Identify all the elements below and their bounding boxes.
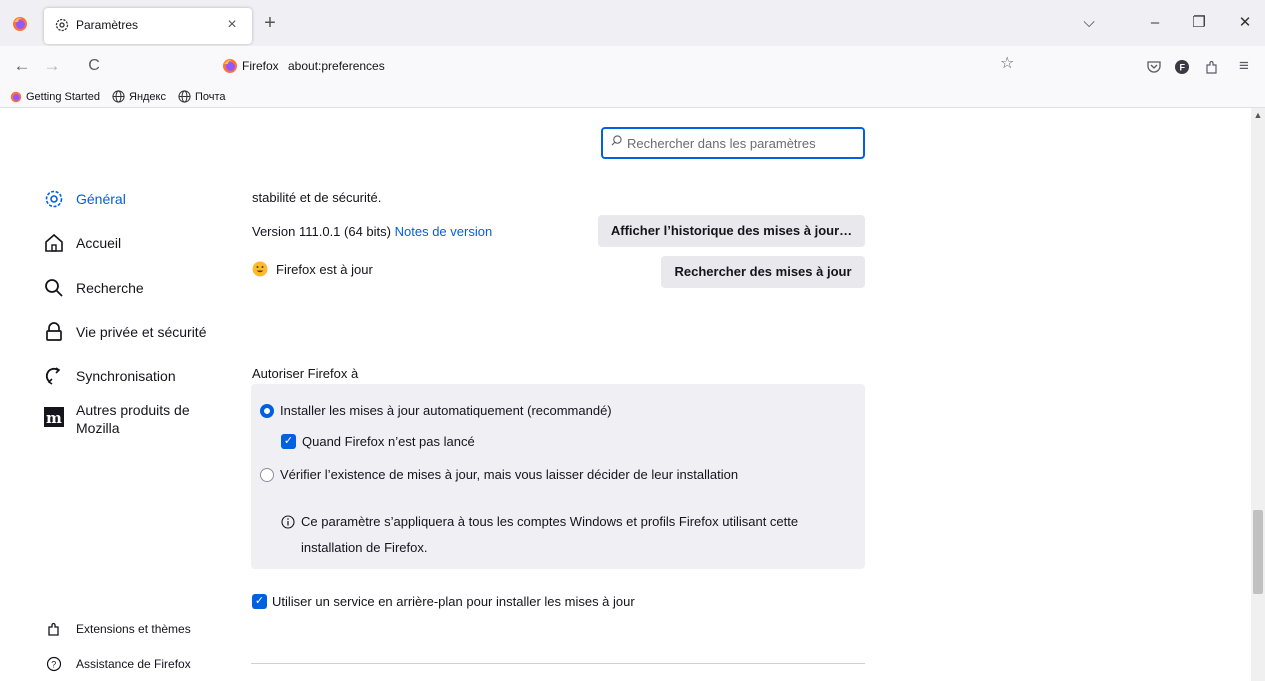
sidebar-item-home[interactable]: Accueil (44, 233, 121, 253)
globe-icon (178, 90, 191, 103)
auto-install-label[interactable]: Installer les mises à jour automatiqueme… (280, 403, 612, 418)
svg-text:m: m (46, 409, 62, 427)
when-not-running-checkbox[interactable]: ✓ (281, 434, 296, 449)
show-update-history-button[interactable]: Afficher l’historique des mises à jour… (598, 215, 865, 247)
firefox-menu-icon[interactable] (12, 16, 28, 32)
search-icon (611, 135, 622, 149)
close-tab-icon[interactable]: × (220, 14, 244, 38)
sidebar-item-general[interactable]: Général (44, 189, 126, 209)
section-divider (251, 663, 865, 664)
mozilla-icon: m (44, 407, 64, 427)
info-note-line2: installation de Firefox. (301, 540, 428, 555)
firefox-icon (223, 59, 237, 73)
search-input[interactable]: Rechercher dans les paramètres (601, 127, 865, 159)
forward-button[interactable]: → (38, 53, 66, 81)
identity-box[interactable]: Firefox (222, 58, 279, 74)
release-notes-link[interactable]: Notes de version (395, 224, 493, 239)
home-icon (45, 233, 63, 252)
when-not-running-label[interactable]: Quand Firefox n’est pas lancé (302, 434, 475, 449)
manual-update-label[interactable]: Vérifier l’existence de mises à jour, ma… (280, 467, 738, 482)
background-service-label[interactable]: Utiliser un service en arrière-plan pour… (272, 594, 635, 609)
bookmark-yandex[interactable]: Яндекс (112, 90, 166, 103)
url-address[interactable]: about:preferences (288, 59, 385, 73)
version-text: Version 111.0.1 (64 bits) Notes de versi… (252, 224, 493, 239)
bookmark-star-icon[interactable]: ☆ (1000, 53, 1020, 73)
info-icon (281, 515, 295, 529)
sync-icon (45, 367, 61, 385)
manual-update-radio[interactable] (260, 468, 274, 482)
url-bar[interactable]: Firefox about:preferences (210, 50, 1030, 80)
back-button[interactable]: ← (8, 53, 36, 81)
tab-title: Paramètres (76, 18, 139, 32)
auto-install-radio[interactable] (260, 404, 274, 418)
help-icon: ? (46, 656, 62, 672)
bookmarks-toolbar: Getting Started Яндекс Почта (0, 86, 1265, 108)
gear-icon (45, 190, 63, 208)
search-icon (45, 279, 63, 297)
smiley-icon (252, 261, 268, 277)
puzzle-icon (48, 622, 59, 636)
section-text-truncated: stabilité et de sécurité. (252, 190, 382, 205)
bookmark-pochta[interactable]: Почта (178, 90, 226, 103)
tab-preferences[interactable]: Paramètres × (44, 8, 252, 44)
background-service-checkbox[interactable]: ✓ (252, 594, 267, 609)
close-window-button[interactable]: ✕ (1230, 10, 1260, 38)
scroll-up-arrow-icon[interactable]: ▲ (1251, 110, 1265, 122)
new-tab-button[interactable]: + (258, 12, 282, 36)
firefox-icon (10, 91, 22, 102)
hamburger-menu-icon[interactable]: ≡ (1230, 53, 1258, 81)
sidebar-item-privacy[interactable]: Vie privée et sécurité (44, 322, 206, 342)
gear-icon (55, 18, 69, 32)
svg-text:?: ? (51, 660, 56, 670)
sidebar-item-sync[interactable]: Synchronisation (44, 366, 176, 386)
sidebar-firefox-support[interactable]: ? Assistance de Firefox (46, 656, 191, 672)
pocket-icon[interactable] (1140, 53, 1168, 81)
scrollbar[interactable]: ▲ (1251, 108, 1265, 681)
lock-icon (46, 322, 62, 341)
globe-icon (112, 90, 125, 103)
scroll-thumb[interactable] (1253, 510, 1263, 594)
check-for-updates-button[interactable]: Rechercher des mises à jour (661, 256, 865, 288)
svg-text:F: F (1180, 63, 1186, 73)
sidebar-item-search[interactable]: Recherche (44, 278, 144, 298)
list-all-tabs-icon[interactable]: ⌵ (1074, 10, 1104, 38)
tab-strip: Paramètres × + ⌵ – ❐ ✕ (0, 0, 1265, 46)
bookmark-getting-started[interactable]: Getting Started (10, 91, 100, 103)
minimize-button[interactable]: – (1140, 10, 1170, 38)
search-placeholder: Rechercher dans les paramètres (627, 136, 816, 151)
update-status: Firefox est à jour (252, 261, 373, 277)
reload-button[interactable]: C (80, 53, 108, 81)
identity-label: Firefox (242, 59, 279, 73)
extensions-icon[interactable] (1198, 53, 1226, 81)
info-note: Ce paramètre s’appliquera à tous les com… (281, 514, 798, 529)
restore-button[interactable]: ❐ (1184, 10, 1214, 38)
allow-firefox-label: Autoriser Firefox à (252, 366, 359, 381)
sidebar-item-mozilla-products[interactable]: m Autres produits de Mozilla (44, 401, 206, 437)
account-icon[interactable]: F (1168, 53, 1196, 81)
sidebar-extensions-themes[interactable]: Extensions et thèmes (46, 621, 191, 637)
